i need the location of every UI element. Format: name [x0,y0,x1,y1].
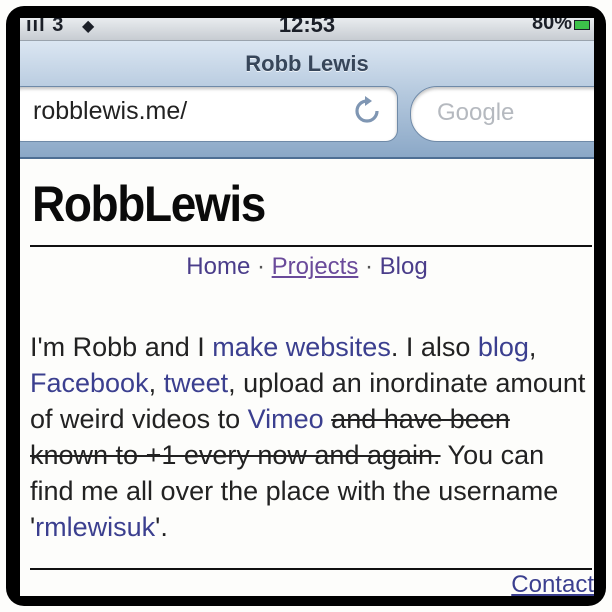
web-page: RobbLewis Home · Projects · Blog I'm Rob… [20,159,594,596]
browser-toolbar: Robb Lewis robblewis.me/ Google [20,41,594,159]
bio-paragraph: I'm Robb and I make websites. I also blo… [30,329,586,545]
bio-text: , [528,332,537,362]
blog-link[interactable]: blog [478,332,529,362]
reload-icon[interactable] [351,95,383,127]
photo-frame: ııl 3 ◆ 12:53 80% Robb Lewis robblewis.m… [6,6,606,606]
bio-text: I'm Robb and I [30,332,213,362]
site-title: RobbLewis [32,176,266,232]
nav-projects-link[interactable]: Projects [272,253,359,280]
nav-home-link[interactable]: Home [186,253,250,280]
address-bar[interactable]: robblewis.me/ [20,86,398,142]
bio-text: '. [155,512,168,542]
tweet-link[interactable]: tweet [164,368,229,398]
page-title: Robb Lewis [245,51,369,76]
make-websites-link[interactable]: make websites [212,332,391,362]
nav-separator: · [358,253,380,280]
battery-percentage: 80% [531,18,572,34]
search-input[interactable]: Google [410,86,594,142]
divider [30,245,592,247]
nav-blog-link[interactable]: Blog [380,253,428,280]
url-text[interactable]: robblewis.me/ [33,97,187,126]
battery-icon [574,20,590,30]
bio-text: . I also [390,332,478,362]
phone-screen: ııl 3 ◆ 12:53 80% Robb Lewis robblewis.m… [20,18,594,596]
contact-link[interactable]: Contact [511,571,594,596]
facebook-link[interactable]: Facebook [30,368,149,398]
status-bar: ııl 3 ◆ 12:53 80% [20,18,594,41]
username-link[interactable]: rmlewisuk [35,512,155,542]
bio-text: , [148,368,164,398]
search-placeholder[interactable]: Google [437,99,514,127]
divider [30,568,592,570]
site-nav: Home · Projects · Blog [20,253,594,281]
vimeo-link[interactable]: Vimeo [248,404,324,434]
clock: 12:53 [278,18,336,37]
nav-separator: · [250,253,272,280]
